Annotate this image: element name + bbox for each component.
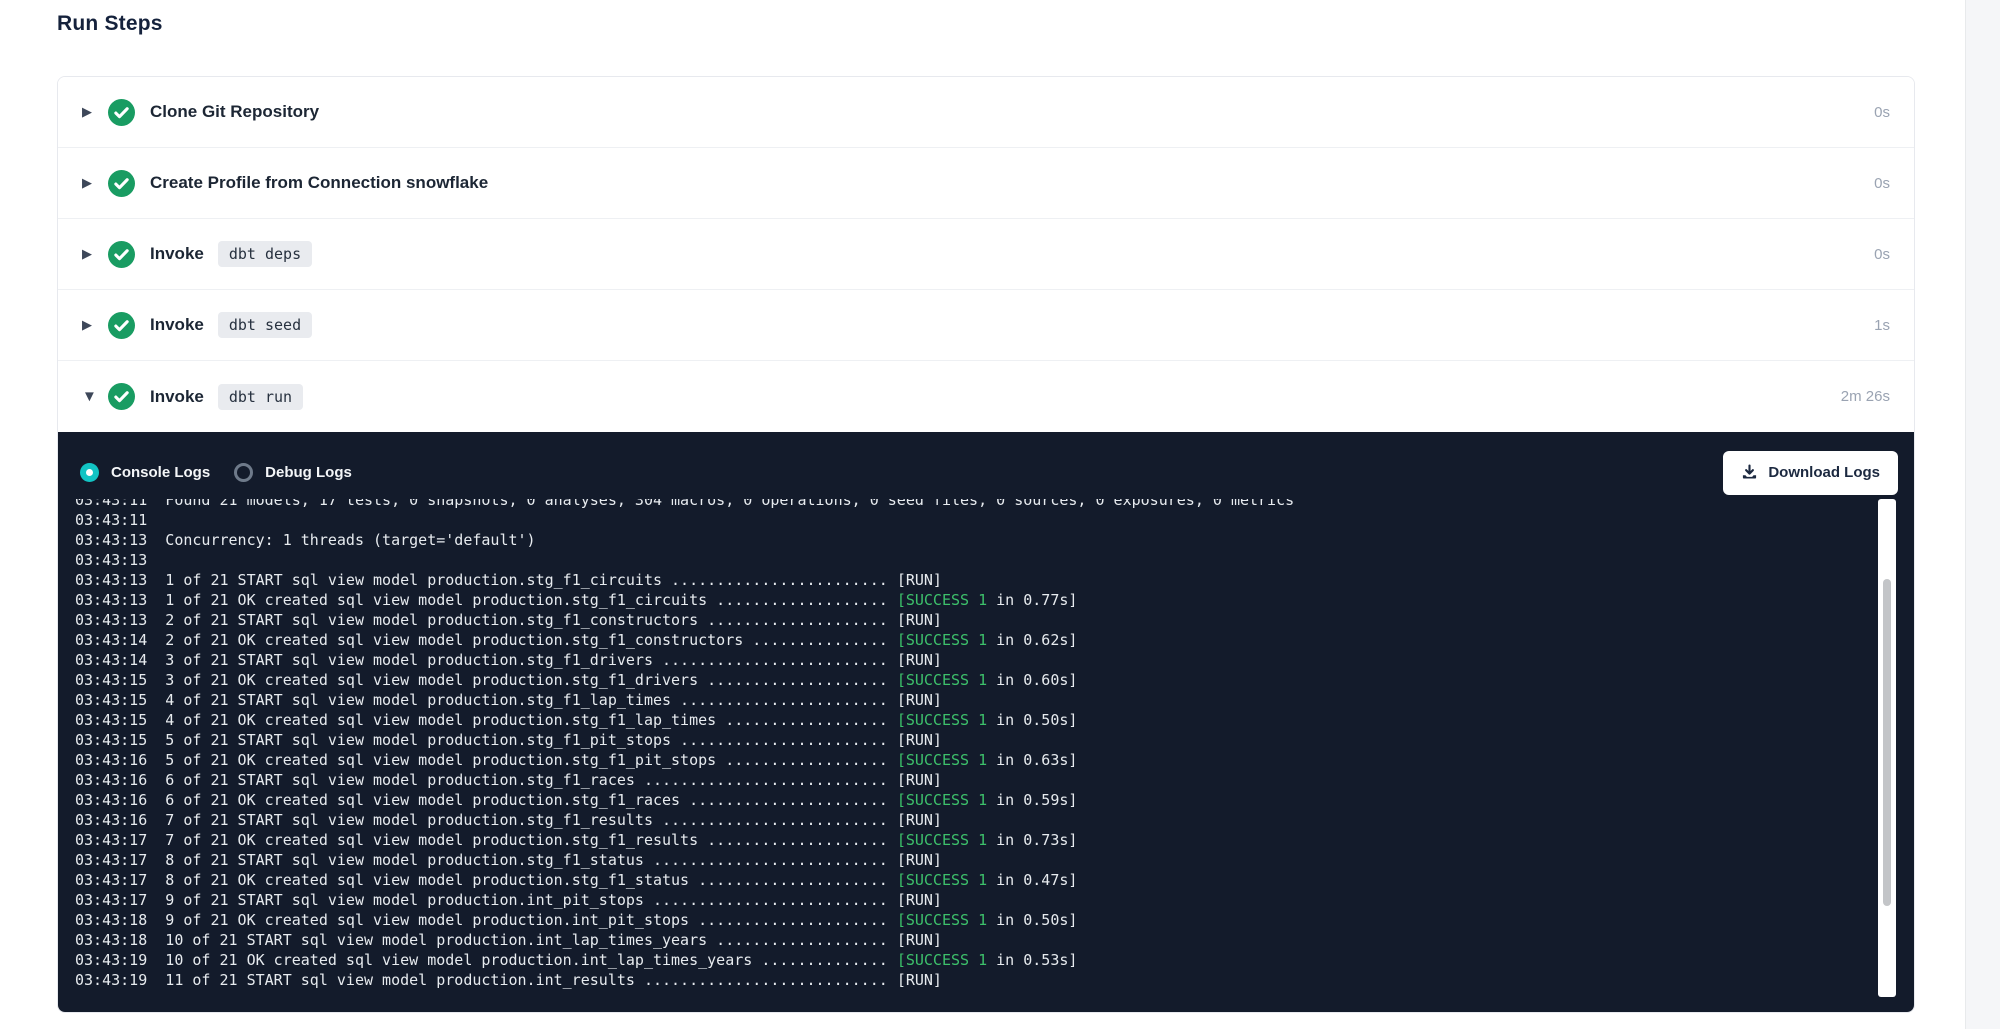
run-steps-card: Clone Git Repository 0s Create Profile f…	[57, 76, 1915, 1013]
console-logs-radio-option[interactable]: Console Logs	[80, 463, 210, 482]
radio-unselected-icon[interactable]	[234, 463, 253, 482]
log-line: 03:43:16 7 of 21 START sql view model pr…	[75, 810, 1914, 830]
step-row[interactable]: Invoke dbt seed 1s	[58, 290, 1914, 361]
step-duration: 1s	[1874, 317, 1890, 334]
log-line: 03:43:13 1 of 21 START sql view model pr…	[75, 570, 1914, 590]
console-logs-label: Console Logs	[111, 464, 210, 481]
success-check-icon	[108, 241, 135, 268]
run-steps-list: Clone Git Repository 0s Create Profile f…	[58, 77, 1914, 432]
step-row[interactable]: Clone Git Repository 0s	[58, 77, 1914, 148]
step-row[interactable]: Create Profile from Connection snowflake…	[58, 148, 1914, 219]
log-line: 03:43:11 Found 21 models, 17 tests, 0 sn…	[75, 499, 1914, 510]
step-label: Invoke	[150, 387, 204, 407]
log-line: 03:43:18 10 of 21 START sql view model p…	[75, 930, 1914, 950]
page-right-gutter	[1965, 0, 2000, 1029]
log-line: 03:43:17 7 of 21 OK created sql view mod…	[75, 830, 1914, 850]
log-scrollbar-thumb[interactable]	[1883, 579, 1891, 906]
log-scrollbar-track[interactable]	[1878, 499, 1896, 997]
log-line: 03:43:14 3 of 21 START sql view model pr…	[75, 650, 1914, 670]
step-label: Invoke	[150, 244, 204, 264]
log-line: 03:43:14 2 of 21 OK created sql view mod…	[75, 630, 1914, 650]
step-command-badge: dbt run	[218, 384, 303, 410]
step-label: Clone Git Repository	[150, 102, 319, 122]
log-line: 03:43:19 11 of 21 START sql view model p…	[75, 970, 1914, 990]
chevron-icon[interactable]	[82, 104, 108, 120]
step-duration: 2m 26s	[1841, 388, 1890, 405]
log-line: 03:43:13 1 of 21 OK created sql view mod…	[75, 590, 1914, 610]
success-check-icon	[108, 170, 135, 197]
log-line: 03:43:11	[75, 510, 1914, 530]
log-line: 03:43:13 Concurrency: 1 threads (target=…	[75, 530, 1914, 550]
download-logs-label: Download Logs	[1768, 464, 1880, 481]
log-line: 03:43:15 3 of 21 OK created sql view mod…	[75, 670, 1914, 690]
radio-selected-icon[interactable]	[80, 463, 99, 482]
log-panel: Console Logs Debug Logs Download Logs 03…	[58, 432, 1914, 1013]
log-line: 03:43:16 6 of 21 OK created sql view mod…	[75, 790, 1914, 810]
step-label: Create Profile from Connection snowflake	[150, 173, 488, 193]
console-log-output: 03:43:11 Found 21 models, 17 tests, 0 sn…	[58, 499, 1914, 1013]
step-command-badge: dbt seed	[218, 312, 312, 338]
log-toolbar: Console Logs Debug Logs Download Logs	[58, 432, 1914, 499]
log-line: 03:43:15 4 of 21 OK created sql view mod…	[75, 710, 1914, 730]
log-line: 03:43:16 5 of 21 OK created sql view mod…	[75, 750, 1914, 770]
step-duration: 0s	[1874, 175, 1890, 192]
success-check-icon	[108, 383, 135, 410]
chevron-icon[interactable]	[82, 246, 108, 262]
log-line: 03:43:13	[75, 550, 1914, 570]
download-logs-button[interactable]: Download Logs	[1723, 451, 1898, 495]
log-line: 03:43:16 6 of 21 START sql view model pr…	[75, 770, 1914, 790]
log-line: 03:43:18 9 of 21 OK created sql view mod…	[75, 910, 1914, 930]
log-line: 03:43:19 10 of 21 OK created sql view mo…	[75, 950, 1914, 970]
success-check-icon	[108, 99, 135, 126]
chevron-icon[interactable]	[82, 317, 108, 333]
log-line: 03:43:17 8 of 21 OK created sql view mod…	[75, 870, 1914, 890]
download-icon	[1741, 464, 1758, 481]
log-line: 03:43:15 5 of 21 START sql view model pr…	[75, 730, 1914, 750]
log-line: 03:43:15 4 of 21 START sql view model pr…	[75, 690, 1914, 710]
log-line: 03:43:17 8 of 21 START sql view model pr…	[75, 850, 1914, 870]
chevron-icon[interactable]	[82, 388, 108, 405]
log-line: 03:43:13 2 of 21 START sql view model pr…	[75, 610, 1914, 630]
step-duration: 0s	[1874, 246, 1890, 263]
chevron-icon[interactable]	[82, 175, 108, 191]
page-title: Run Steps	[57, 12, 163, 36]
step-row[interactable]: Invoke dbt run 2m 26s	[58, 361, 1914, 432]
debug-logs-label: Debug Logs	[265, 464, 352, 481]
step-command-badge: dbt deps	[218, 241, 312, 267]
debug-logs-radio-option[interactable]: Debug Logs	[234, 463, 352, 482]
success-check-icon	[108, 312, 135, 339]
log-line: 03:43:17 9 of 21 START sql view model pr…	[75, 890, 1914, 910]
step-row[interactable]: Invoke dbt deps 0s	[58, 219, 1914, 290]
step-duration: 0s	[1874, 104, 1890, 121]
step-label: Invoke	[150, 315, 204, 335]
